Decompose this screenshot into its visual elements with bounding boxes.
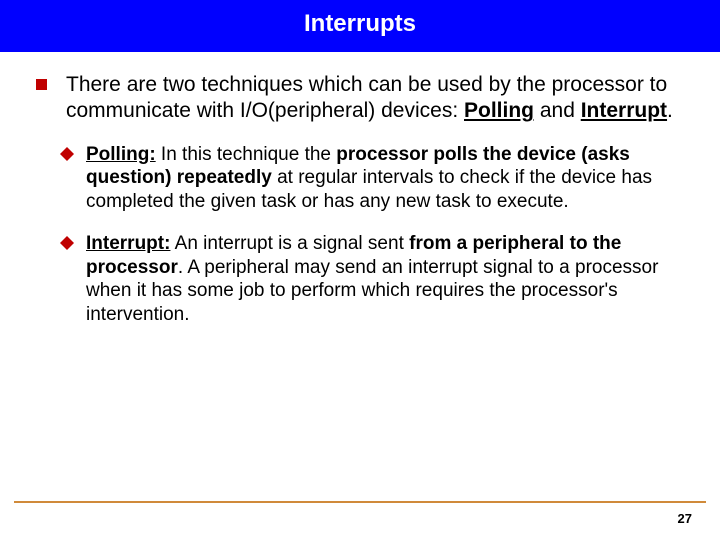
keyword-interrupt: Interrupt bbox=[581, 99, 667, 122]
polling-label: Polling: bbox=[86, 144, 156, 165]
diamond-bullet-icon bbox=[60, 147, 74, 161]
square-bullet-icon bbox=[36, 79, 47, 90]
intro-text-mid: and bbox=[534, 99, 581, 122]
diamond-bullet-icon bbox=[60, 236, 74, 250]
interrupt-label: Interrupt: bbox=[86, 233, 170, 254]
slide-footer: 27 bbox=[0, 501, 720, 526]
slide-body: There are two techniques which can be us… bbox=[0, 52, 720, 540]
footer-rule bbox=[14, 501, 706, 503]
polling-pre: In this technique the bbox=[156, 144, 337, 165]
interrupt-item: Interrupt: An interrupt is a signal sent… bbox=[60, 232, 698, 327]
page-number: 27 bbox=[0, 511, 720, 526]
slide: Interrupts There are two techniques whic… bbox=[0, 0, 720, 540]
keyword-polling: Polling bbox=[464, 99, 534, 122]
intro-paragraph: There are two techniques which can be us… bbox=[36, 72, 698, 125]
intro-text-post: . bbox=[667, 99, 673, 122]
slide-title: Interrupts bbox=[0, 0, 720, 52]
interrupt-pre: An interrupt is a signal sent bbox=[170, 233, 409, 254]
polling-item: Polling: In this technique the processor… bbox=[60, 143, 698, 214]
